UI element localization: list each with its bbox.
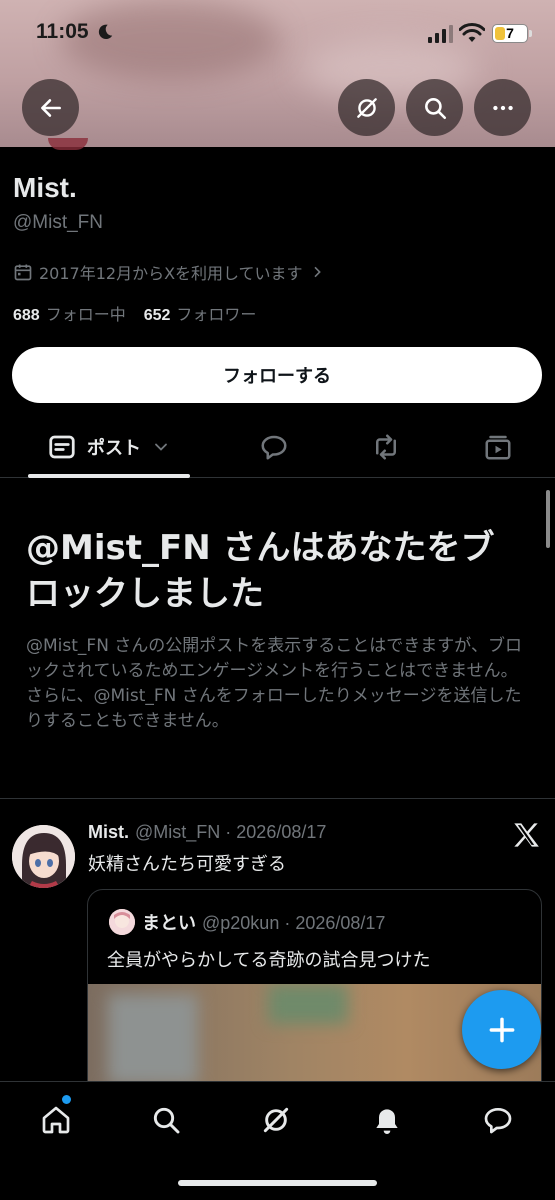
joined-label: 2017年12月からXを利用しています bbox=[39, 264, 303, 283]
following-label: フォロー中 bbox=[45, 305, 126, 324]
follow-button[interactable]: フォローする bbox=[12, 347, 542, 403]
follow-stats: 688 フォロー中 652 フォロワー bbox=[13, 301, 256, 325]
messages-icon bbox=[484, 1108, 512, 1134]
nav-messages[interactable] bbox=[478, 1100, 518, 1140]
home-indicator bbox=[178, 1180, 377, 1186]
signal-icon bbox=[428, 25, 453, 43]
post-author-name[interactable]: Mist. bbox=[88, 822, 129, 842]
tab-replies[interactable] bbox=[244, 418, 304, 476]
post-author-avatar[interactable] bbox=[12, 825, 75, 888]
grok-icon bbox=[263, 1107, 289, 1133]
post-text: 妖精さんたち可愛すぎる bbox=[88, 854, 286, 875]
chevron-down-icon bbox=[155, 443, 167, 451]
profile-avatar-edge bbox=[48, 138, 88, 150]
repost-icon bbox=[376, 434, 396, 460]
more-icon bbox=[492, 105, 513, 110]
moon-icon bbox=[98, 24, 113, 40]
nav-search[interactable] bbox=[146, 1100, 186, 1140]
post-author-meta: @Mist_FN · 2026/08/17 bbox=[135, 822, 327, 842]
posts-icon bbox=[49, 435, 75, 459]
compose-button[interactable] bbox=[462, 990, 541, 1069]
nav-home[interactable] bbox=[36, 1100, 76, 1140]
profile-display-name: Mist. bbox=[13, 172, 77, 203]
quoted-post-header: まとい @p20kun · 2026/08/17 bbox=[142, 909, 385, 935]
battery-indicator: 7 bbox=[492, 24, 528, 43]
avatar-illustration bbox=[12, 825, 75, 888]
divider bbox=[0, 798, 555, 799]
followers-count: 652 bbox=[143, 307, 171, 324]
back-button[interactable] bbox=[22, 79, 79, 136]
grok-button[interactable] bbox=[338, 79, 395, 136]
tab-media[interactable] bbox=[468, 418, 528, 476]
quoted-author-avatar bbox=[109, 909, 135, 935]
quoted-post-text: 全員がやらかしてる奇跡の試合見つけた bbox=[107, 950, 431, 971]
quoted-author-name: まとい bbox=[142, 913, 196, 933]
tab-reposts[interactable] bbox=[356, 418, 416, 476]
search-icon bbox=[424, 97, 446, 119]
home-icon bbox=[42, 1106, 70, 1134]
following-link[interactable]: 688 フォロー中 bbox=[13, 301, 126, 325]
post-header: Mist. @Mist_FN · 2026/08/17 bbox=[88, 822, 326, 843]
tab-posts[interactable]: ポスト bbox=[28, 418, 190, 476]
profile-handle: @Mist_FN bbox=[13, 212, 104, 233]
more-options-button[interactable] bbox=[474, 79, 531, 136]
active-tab-indicator bbox=[28, 474, 190, 478]
back-arrow-icon bbox=[40, 98, 61, 117]
chevron-right-icon bbox=[313, 266, 321, 278]
x-logo-icon bbox=[514, 823, 539, 847]
home-notification-dot bbox=[62, 1095, 71, 1104]
status-time: 11:05 bbox=[36, 20, 89, 43]
nav-grok[interactable] bbox=[256, 1100, 296, 1140]
search-button[interactable] bbox=[406, 79, 463, 136]
battery-level: 7 bbox=[506, 25, 514, 41]
wifi-icon bbox=[459, 23, 485, 42]
reply-icon bbox=[261, 435, 287, 460]
calendar-icon bbox=[14, 264, 32, 281]
notifications-icon bbox=[376, 1109, 398, 1134]
compose-plus-icon bbox=[489, 1017, 514, 1042]
search-icon bbox=[153, 1107, 180, 1134]
followers-link[interactable]: 652 フォロワー bbox=[144, 301, 257, 325]
nav-notifications[interactable] bbox=[367, 1100, 407, 1140]
media-icon bbox=[485, 435, 511, 460]
grok-icon bbox=[356, 97, 377, 118]
tab-posts-label: ポスト bbox=[87, 438, 141, 459]
status-bar: 11:05 7 bbox=[0, 0, 555, 62]
joined-date[interactable]: 2017年12月からXを利用しています bbox=[13, 260, 325, 284]
quoted-author-meta: @p20kun · 2026/08/17 bbox=[202, 913, 386, 933]
profile-tabs: ポスト bbox=[0, 418, 555, 478]
blocked-description: @Mist_FN さんの公開ポストを表示することはできますが、ブロックされている… bbox=[26, 636, 522, 731]
followers-label: フォロワー bbox=[176, 305, 257, 324]
blocked-title: @Mist_FN さんはあなたをブロックしました bbox=[26, 528, 495, 614]
following-count: 688 bbox=[13, 307, 40, 324]
scrollbar-thumb[interactable] bbox=[546, 490, 550, 548]
